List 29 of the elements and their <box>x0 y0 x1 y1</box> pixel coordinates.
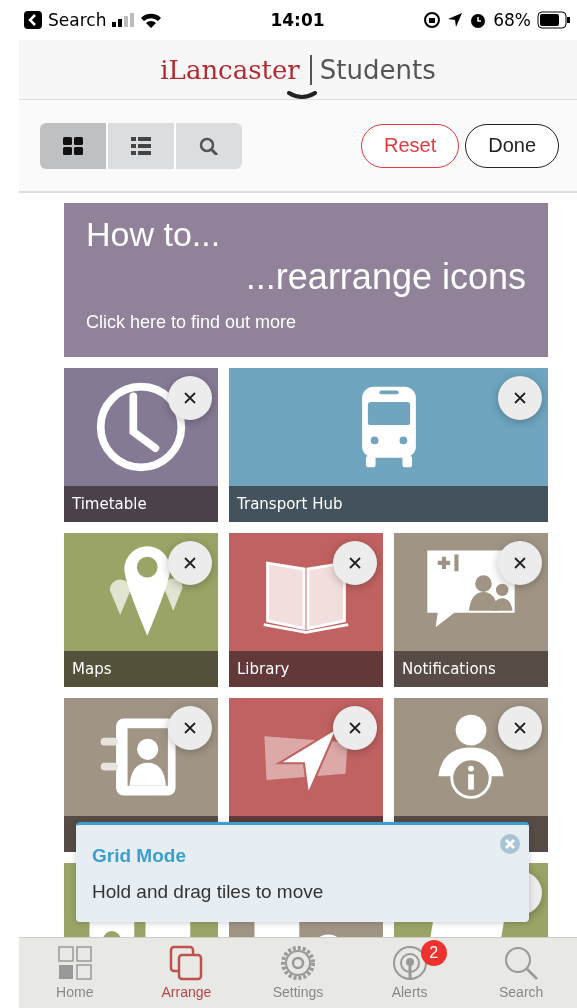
app-tile[interactable]: Notifications <box>394 533 548 687</box>
brand-name: iLancaster <box>160 54 300 85</box>
tab-bar-item[interactable]: Arrange <box>130 938 243 1008</box>
tab-bar-item[interactable]: Search <box>465 938 577 1008</box>
banner-title: How to... <box>86 215 222 254</box>
battery-percent: 68% <box>493 10 531 30</box>
tab-bar-item[interactable]: Alerts 2 <box>353 938 466 1008</box>
tile-label: Notifications <box>402 660 496 678</box>
tile-label: Timetable <box>72 495 147 513</box>
app-tile[interactable]: Transport Hub <box>229 368 548 522</box>
banner-link[interactable]: Click here to find out more <box>86 312 526 333</box>
app-tile[interactable]: Timetable <box>64 368 218 522</box>
tab-bar-item[interactable]: Settings <box>242 938 354 1008</box>
clock-time: 14:01 <box>270 10 325 30</box>
app-tile[interactable]: Maps <box>64 533 218 687</box>
popup-message: Hold and drag tiles to move <box>92 881 325 903</box>
tile-label: Transport Hub <box>237 495 343 513</box>
app-tile[interactable]: Library <box>229 533 383 687</box>
reset-button[interactable]: Reset <box>360 123 460 168</box>
banner-subtitle: ...rearrange icons <box>245 256 526 298</box>
count-badge: 2 <box>420 940 447 966</box>
tile-label: Maps <box>72 660 112 678</box>
tile-label: Library <box>237 660 290 678</box>
section-name: Students <box>319 54 436 85</box>
back-label[interactable]: Search <box>48 10 107 30</box>
done-button[interactable]: Done <box>465 123 559 168</box>
banner-card[interactable]: How to... ...rearrange icons Click here to find out more <box>64 203 548 357</box>
tab-bar-item[interactable]: Home <box>19 938 131 1008</box>
popup-title: Grid Mode <box>92 845 187 867</box>
